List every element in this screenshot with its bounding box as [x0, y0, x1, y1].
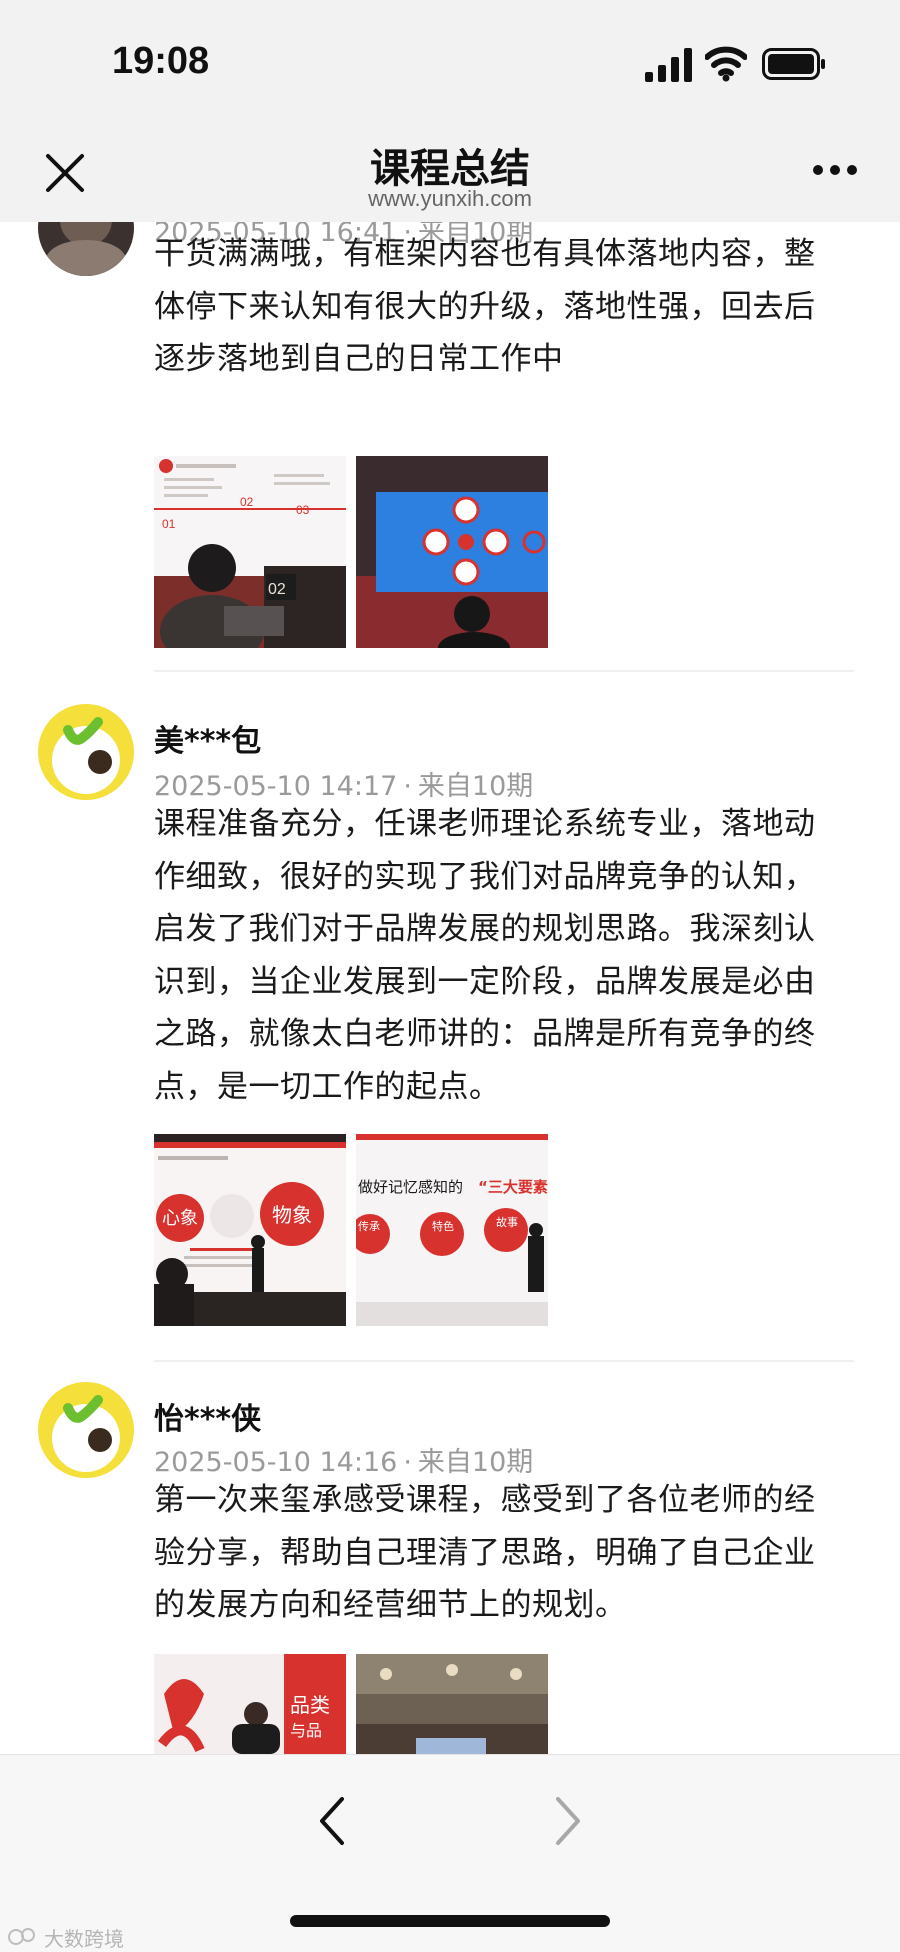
watermark-text: 大数跨境 — [44, 1927, 124, 1951]
status-time: 19:08 — [112, 40, 210, 82]
page-url: www.yunxih.com — [368, 186, 532, 211]
photo-thumbnail[interactable]: 01 02 03 02 — [154, 456, 346, 648]
avatar[interactable] — [38, 222, 134, 276]
slide-label: 物象 — [272, 1203, 312, 1227]
divider — [154, 1360, 854, 1362]
username: 美***包 — [154, 724, 262, 759]
slide-number: 02 — [240, 495, 254, 509]
photo-thumbnail[interactable] — [356, 1654, 548, 1754]
home-indicator[interactable] — [290, 1915, 610, 1927]
avatar[interactable] — [38, 704, 134, 800]
comment-text: 课程准备充分，任课老师理论系统专业，落地动作细致，很好的实现了我们对品牌竞争的认… — [154, 806, 816, 1105]
photo-thumbnail[interactable]: 做好记忆感知的 “三大要素 传承 特色 故事 — [356, 1134, 548, 1326]
slide-label: 做好记忆感知的 — [358, 1178, 463, 1196]
nav-header: 课程总结 www.yunxih.com — [0, 130, 900, 222]
cellular-signal-icon — [645, 48, 692, 82]
slide-label: 品类 — [290, 1693, 330, 1717]
photo-thumbnail[interactable] — [356, 456, 548, 648]
slide-label: “三大要素 — [478, 1178, 548, 1196]
slide-label: 故事 — [496, 1215, 518, 1229]
username: 怡***侠 — [154, 1402, 262, 1437]
photo-grid: 品类 与品 — [154, 1654, 554, 1754]
avatar[interactable] — [38, 1382, 134, 1478]
forward-arrow-icon[interactable] — [548, 1793, 588, 1849]
watermark-logo-icon — [8, 1928, 35, 1945]
svg-text:02: 02 — [268, 581, 286, 598]
comment-text: 第一次来玺承感受课程，感受到了各位老师的经验分享，帮助自己理清了思路，明确了自己… — [154, 1482, 816, 1623]
slide-number: 01 — [162, 517, 176, 531]
bottom-toolbar: 大数跨境 — [0, 1754, 900, 1952]
photo-grid: 01 02 03 02 — [154, 456, 554, 648]
slide-label: 特色 — [432, 1219, 454, 1233]
slide-label: 心象 — [162, 1208, 198, 1229]
slide-number: 03 — [296, 503, 310, 517]
comment-text: 干货满满哦，有框架内容也有具体落地内容，整体停下来认知有很大的升级，落地性强，回… — [154, 236, 816, 377]
status-bar: 19:08 — [0, 0, 900, 130]
photo-thumbnail[interactable]: 品类 与品 — [154, 1654, 346, 1754]
photo-grid: 心象 物象 做好记忆感知的 “三大要素 传承 特色 故事 — [154, 1134, 554, 1326]
photo-thumbnail[interactable]: 心象 物象 — [154, 1134, 346, 1326]
slide-label: 与品 — [290, 1721, 322, 1740]
divider — [154, 670, 854, 672]
back-arrow-icon[interactable] — [312, 1793, 352, 1849]
comment-feed: 2025-05-10 16:41 · 来自10期 干货满满哦，有框架内容也有具体落地… — [0, 222, 900, 1754]
battery-icon — [762, 48, 825, 80]
wifi-icon — [705, 46, 747, 82]
slide-label: 传承 — [358, 1220, 380, 1233]
more-options-icon[interactable] — [812, 160, 858, 180]
